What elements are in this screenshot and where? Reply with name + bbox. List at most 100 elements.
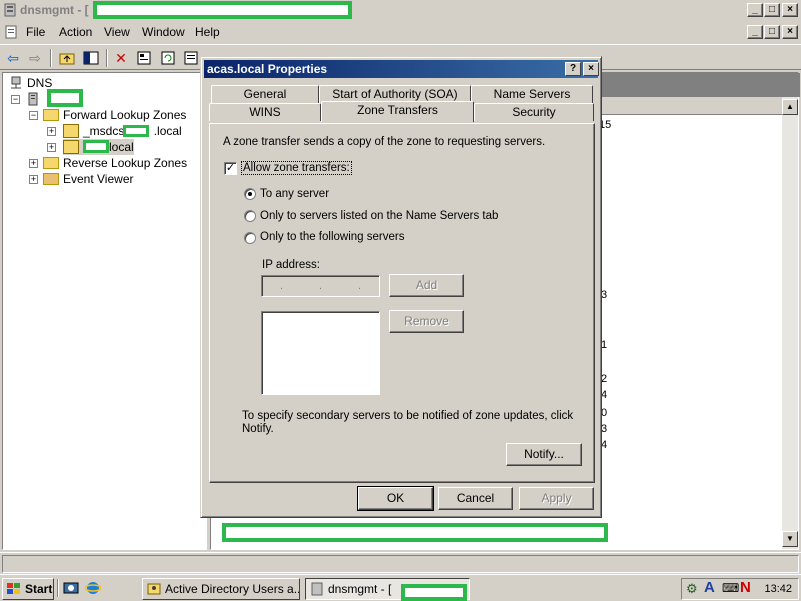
dns-app-icon <box>311 582 323 596</box>
redacted-list-row <box>222 523 608 542</box>
notify-button[interactable]: Notify... <box>506 443 582 466</box>
ip-dot: . <box>318 280 323 292</box>
system-tray: ⚙ A ⌨ N 13:42 <box>681 578 799 600</box>
allow-transfers-checkbox[interactable]: ✓ <box>224 162 237 175</box>
redacted-domain <box>123 125 149 137</box>
collapse-icon[interactable]: − <box>29 111 38 120</box>
back-arrow-icon[interactable]: ⇦ <box>4 49 22 67</box>
folder-icon <box>43 157 59 169</box>
tab-security[interactable]: Security <box>474 103 594 121</box>
menu-help[interactable]: Help <box>195 25 220 39</box>
apply-button[interactable]: Apply <box>519 487 594 510</box>
child-restore-button[interactable]: □ <box>764 25 780 39</box>
task-active-directory[interactable]: Active Directory Users a... <box>142 578 300 600</box>
menu-window[interactable]: Window <box>142 25 185 39</box>
dialog-close-button[interactable]: × <box>583 62 599 76</box>
child-close-button[interactable]: × <box>782 25 798 39</box>
properties-dialog: acas.local Properties ? × General Start … <box>200 56 602 518</box>
export-list-icon[interactable] <box>182 49 200 67</box>
tree-item-reverse-zones[interactable]: Reverse Lookup Zones <box>43 155 187 171</box>
dialog-title-bar: acas.local Properties ? × <box>204 60 599 78</box>
network-icon[interactable]: ⚙ <box>686 581 698 597</box>
radio-following-servers[interactable] <box>244 232 256 244</box>
notify-instruction-line2: Notify. <box>242 423 274 435</box>
forward-arrow-icon[interactable]: ⇨ <box>26 49 44 67</box>
tree-label-zone: local <box>109 140 134 154</box>
windows-logo-icon <box>7 583 20 594</box>
tree-item-server[interactable] <box>27 91 43 107</box>
zone-icon <box>63 124 79 138</box>
taskbar-separator <box>57 579 59 597</box>
tree-label-event-viewer: Event Viewer <box>63 172 134 186</box>
show-tree-icon[interactable] <box>82 49 100 67</box>
cancel-button[interactable]: Cancel <box>438 487 513 510</box>
tab-wins[interactable]: WINS <box>209 103 321 121</box>
scroll-up-icon[interactable]: ▲ <box>782 99 798 115</box>
tree-item-forward-zones[interactable]: Forward Lookup Zones <box>43 107 186 123</box>
add-button[interactable]: Add <box>389 274 464 297</box>
expand-icon[interactable]: + <box>29 159 38 168</box>
tab-zone-transfers[interactable]: Zone Transfers <box>321 101 474 122</box>
properties-icon[interactable] <box>135 49 153 67</box>
ip-dot: . <box>279 280 284 292</box>
tab-name-servers[interactable]: Name Servers <box>471 85 593 103</box>
radio-name-servers-label[interactable]: Only to servers listed on the Name Serve… <box>260 210 498 222</box>
radio-any-server-label[interactable]: To any server <box>260 188 329 200</box>
internet-explorer-icon[interactable] <box>84 579 102 597</box>
radio-following-servers-label[interactable]: Only to the following servers <box>260 231 404 243</box>
tree-item-event-viewer[interactable]: Event Viewer <box>43 171 133 187</box>
child-minimize-button[interactable]: _ <box>747 25 763 39</box>
folder-open-icon <box>43 109 59 121</box>
server-icon <box>28 92 38 106</box>
menu-bar: File Action View Window Help _ □ × <box>0 22 801 42</box>
tree-label-dns: DNS <box>27 76 53 90</box>
menu-action[interactable]: Action <box>59 25 92 39</box>
event-viewer-icon <box>43 173 59 185</box>
antivirus-n-icon[interactable]: N <box>740 579 751 596</box>
taskbar: Start Active Directory Users a... dnsmgm… <box>0 574 801 601</box>
clock: 13:42 <box>764 583 792 595</box>
delete-icon[interactable]: ✕ <box>112 49 130 67</box>
menu-file[interactable]: File <box>26 25 45 39</box>
tab-general[interactable]: General <box>211 85 319 103</box>
remove-button[interactable]: Remove <box>389 310 464 333</box>
refresh-icon[interactable] <box>159 49 177 67</box>
show-desktop-icon[interactable] <box>62 579 80 597</box>
start-label: Start <box>25 582 53 596</box>
allow-transfers-label[interactable]: Allow zone transfers: <box>241 161 352 175</box>
dns-app-icon <box>4 3 16 17</box>
tree-item-dns[interactable]: DNS <box>9 75 52 91</box>
font-a-icon[interactable]: A <box>704 579 715 596</box>
scroll-down-icon[interactable]: ▼ <box>782 531 798 547</box>
dialog-title: acas.local Properties <box>207 62 328 76</box>
minimize-button[interactable]: _ <box>747 3 763 17</box>
status-bar <box>0 552 801 574</box>
collapse-icon[interactable]: − <box>11 95 20 104</box>
notify-instruction-line1: To specify secondary servers to be notif… <box>242 410 574 422</box>
maximize-button[interactable]: □ <box>764 3 780 17</box>
redacted-server-name <box>47 89 83 107</box>
tree-label-forward-zones: Forward Lookup Zones <box>63 108 187 122</box>
menu-view[interactable]: View <box>104 25 130 39</box>
description-text: A zone transfer sends a copy of the zone… <box>223 136 546 148</box>
ip-dot: . <box>357 280 362 292</box>
ok-button[interactable]: OK <box>357 486 434 511</box>
expand-icon[interactable]: + <box>47 143 56 152</box>
keyboard-icon[interactable]: ⌨ <box>722 581 739 595</box>
ip-server-list[interactable] <box>261 311 380 395</box>
expand-icon[interactable]: + <box>47 127 56 136</box>
zone-icon <box>63 140 79 154</box>
radio-name-servers[interactable] <box>244 210 256 222</box>
close-button[interactable]: × <box>782 3 798 17</box>
redacted-domain <box>83 140 109 153</box>
toolbar-separator <box>50 49 52 67</box>
radio-any-server[interactable] <box>244 188 256 200</box>
up-folder-icon[interactable] <box>58 49 76 67</box>
help-button[interactable]: ? <box>565 62 581 76</box>
ip-address-label: IP address: <box>262 259 320 271</box>
expand-icon[interactable]: + <box>29 175 38 184</box>
vertical-scrollbar[interactable]: ▲ ▼ <box>782 97 798 549</box>
ip-address-field[interactable]: . . . <box>261 275 380 297</box>
task-label: dnsmgmt - [ <box>328 582 392 596</box>
start-button[interactable]: Start <box>2 578 54 600</box>
